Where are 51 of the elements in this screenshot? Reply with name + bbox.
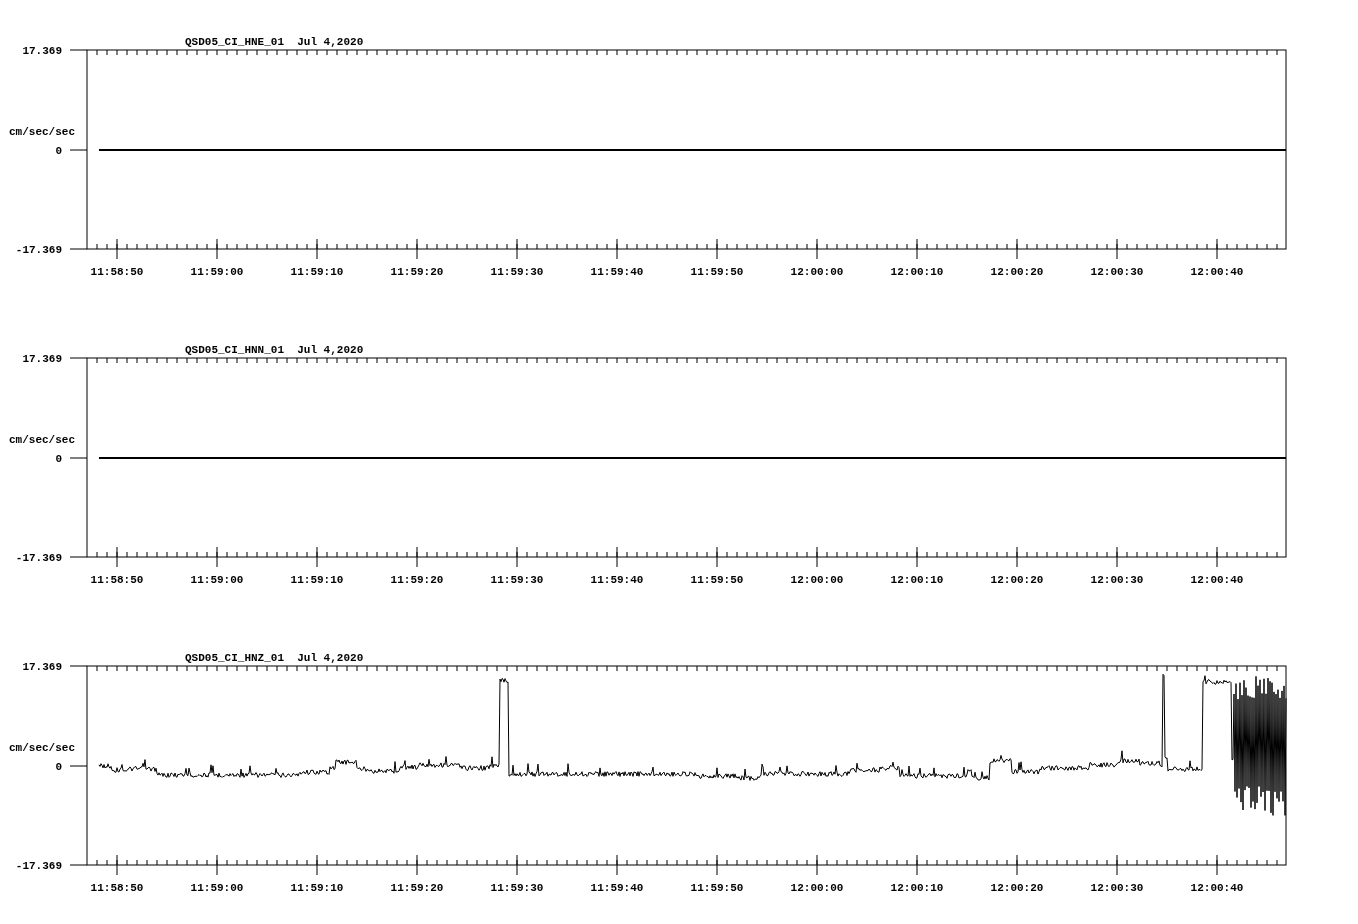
- axis-label: cm/sec/sec: [9, 126, 75, 138]
- tick-label: 11:59:50: [690, 882, 744, 894]
- tick-label: 11:59:10: [290, 574, 344, 586]
- tick-label: 0: [55, 145, 62, 157]
- tick-label: 11:59:20: [390, 266, 444, 278]
- tick-label: -17.369: [15, 244, 62, 256]
- tick-label: 12:00:00: [790, 574, 844, 586]
- panel-title: QSD05_CI_HNZ_01 Jul 4,2020: [185, 652, 364, 664]
- tick-label: 12:00:40: [1190, 266, 1244, 278]
- tick-label: 12:00:00: [790, 882, 844, 894]
- axis-label: cm/sec/sec: [9, 742, 75, 754]
- tick-label: 11:59:00: [190, 574, 244, 586]
- tick-label: 11:59:10: [290, 882, 344, 894]
- tick-label: -17.369: [15, 860, 62, 872]
- panel-title: QSD05_CI_HNE_01 Jul 4,2020: [185, 36, 364, 48]
- tick-label: 0: [55, 761, 62, 773]
- tick-label: 11:59:00: [190, 266, 244, 278]
- tick-label: 12:00:10: [890, 882, 944, 894]
- tick-label: 11:59:20: [390, 574, 444, 586]
- tick-label: -17.369: [15, 552, 62, 564]
- tick-label: 12:00:40: [1190, 882, 1244, 894]
- axis-label: cm/sec/sec: [9, 434, 75, 446]
- tick-label: 12:00:20: [990, 266, 1044, 278]
- tick-label: 11:59:40: [590, 882, 644, 894]
- tick-label: 12:00:20: [990, 574, 1044, 586]
- tick-label: 12:00:10: [890, 266, 944, 278]
- tick-label: 11:59:00: [190, 882, 244, 894]
- tick-label: 11:59:40: [590, 574, 644, 586]
- tick-label: 0: [55, 453, 62, 465]
- tick-label: 11:58:50: [90, 266, 144, 278]
- panel-title: QSD05_CI_HNN_01 Jul 4,2020: [185, 344, 364, 356]
- tick-label: 11:59:30: [490, 266, 544, 278]
- tick-label: 11:59:20: [390, 882, 444, 894]
- tick-label: 11:59:50: [690, 574, 744, 586]
- tick-label: 12:00:20: [990, 882, 1044, 894]
- tick-label: 11:58:50: [90, 882, 144, 894]
- tick-label: 11:59:30: [490, 882, 544, 894]
- tick-label: 11:59:30: [490, 574, 544, 586]
- tick-label: 12:00:10: [890, 574, 944, 586]
- tick-label: 12:00:00: [790, 266, 844, 278]
- tick-label: 11:59:10: [290, 266, 344, 278]
- tick-label: 12:00:30: [1090, 882, 1144, 894]
- tick-label: 11:59:50: [690, 266, 744, 278]
- tick-label: 17.369: [22, 353, 62, 365]
- tick-label: 12:00:30: [1090, 574, 1144, 586]
- tick-label: 12:00:30: [1090, 266, 1144, 278]
- tick-label: 11:58:50: [90, 574, 144, 586]
- tick-label: 17.369: [22, 45, 62, 57]
- tick-label: 11:59:40: [590, 266, 644, 278]
- tick-label: 17.369: [22, 661, 62, 673]
- tick-label: 12:00:40: [1190, 574, 1244, 586]
